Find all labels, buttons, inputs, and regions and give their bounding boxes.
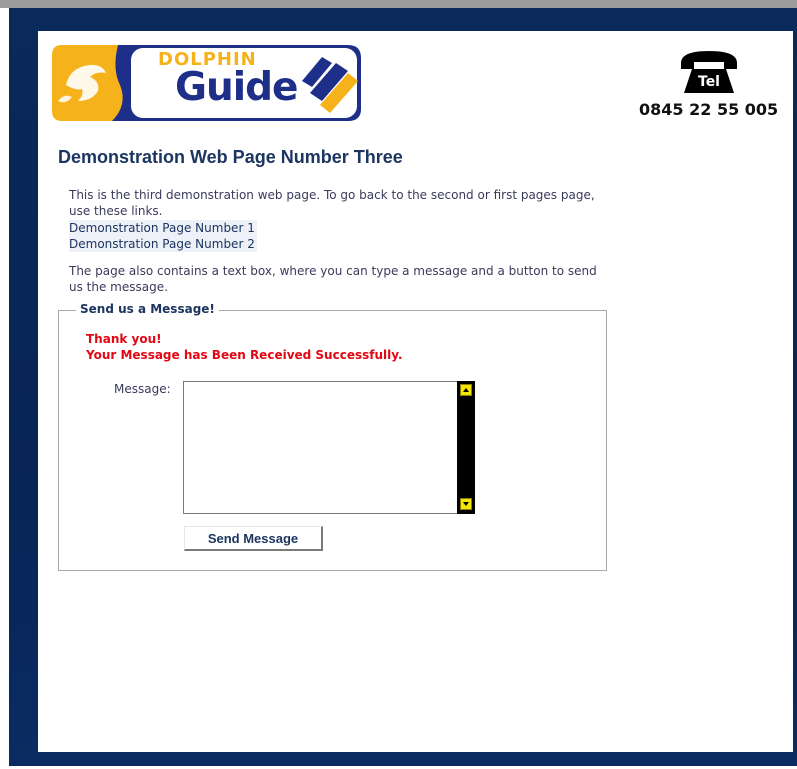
logo-guide-text: Guide [175, 65, 299, 110]
message-fieldset: Send us a Message! Thank you! Your Messa… [58, 302, 607, 571]
message-label: Message: [114, 382, 171, 396]
description-text: The page also contains a text box, where… [69, 264, 597, 294]
textarea-scrollbar[interactable] [457, 381, 475, 514]
message-textarea[interactable] [184, 382, 457, 513]
page-content: DOLPHIN Guide Tel 0845 22 55 005 Demonst… [38, 31, 793, 752]
link-demo-page-2[interactable]: Demonstration Page Number 2 [69, 236, 257, 252]
scroll-down-arrow-icon[interactable] [460, 498, 472, 510]
link-demo-page-1[interactable]: Demonstration Page Number 1 [69, 220, 257, 236]
dolphin-guide-logo[interactable]: DOLPHIN Guide [48, 41, 363, 123]
scroll-up-arrow-icon[interactable] [460, 384, 472, 396]
top-strip [0, 0, 797, 8]
telephone-icon: Tel [678, 47, 740, 95]
phone-tel-label: Tel [698, 74, 720, 90]
success-line-2: Your Message has Been Received Successfu… [86, 348, 403, 362]
page-title: Demonstration Web Page Number Three [58, 147, 403, 167]
fieldset-legend: Send us a Message! [76, 302, 219, 316]
phone-number: 0845 22 55 005 [639, 100, 779, 119]
success-line-1: Thank you! [86, 332, 162, 346]
browser-viewport: DOLPHIN Guide Tel 0845 22 55 005 Demonst… [0, 0, 797, 769]
send-message-button[interactable]: Send Message [184, 526, 323, 551]
message-textarea-wrapper [183, 381, 475, 514]
intro-text: This is the third demonstration web page… [69, 188, 595, 218]
success-message: Thank you! Your Message has Been Receive… [86, 331, 403, 363]
